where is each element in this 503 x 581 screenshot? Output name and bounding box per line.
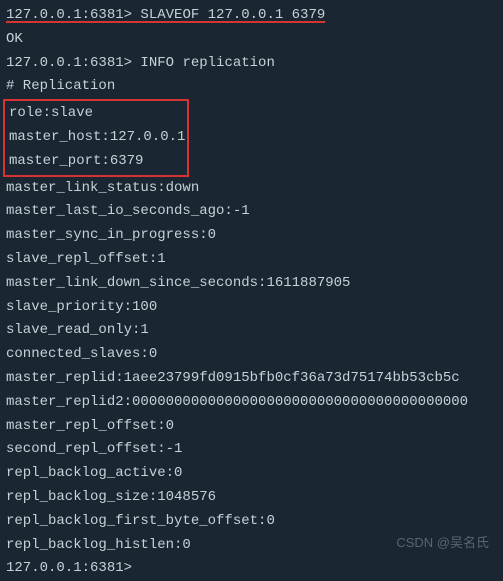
highlighted-box: role:slave master_host:127.0.0.1 master_… (3, 99, 189, 176)
info-line: slave_repl_offset:1 (6, 248, 497, 272)
terminal-output-ok: OK (6, 28, 497, 52)
prompt-1: 127.0.0.1:6381> (6, 7, 132, 23)
info-line: slave_read_only:1 (6, 319, 497, 343)
cursor (132, 562, 140, 576)
info-line: master_replid:1aee23799fd0915bfb0cf36a73… (6, 367, 497, 391)
command-1: SLAVEOF 127.0.0.1 6379 (132, 7, 325, 23)
info-master-port: master_port:6379 (7, 150, 185, 174)
info-role: role:slave (7, 102, 185, 126)
info-line: master_link_down_since_seconds:161188790… (6, 272, 497, 296)
prompt-3: 127.0.0.1:6381> (6, 560, 132, 576)
terminal-line-command-2: 127.0.0.1:6381> INFO replication (6, 52, 497, 76)
info-master-host: master_host:127.0.0.1 (7, 126, 185, 150)
watermark: CSDN @吴名氏 (396, 532, 489, 554)
terminal-line-command-1: 127.0.0.1:6381> SLAVEOF 127.0.0.1 6379 (6, 4, 497, 28)
info-line: master_replid2:0000000000000000000000000… (6, 391, 497, 415)
info-line: second_repl_offset:-1 (6, 438, 497, 462)
info-line: repl_backlog_size:1048576 (6, 486, 497, 510)
prompt-2: 127.0.0.1:6381> (6, 55, 132, 71)
info-line: connected_slaves:0 (6, 343, 497, 367)
info-line: slave_priority:100 (6, 296, 497, 320)
info-line: master_repl_offset:0 (6, 415, 497, 439)
command-2: INFO replication (132, 55, 275, 71)
terminal-prompt-final[interactable]: 127.0.0.1:6381> (6, 557, 497, 581)
info-line: repl_backlog_first_byte_offset:0 (6, 510, 497, 534)
info-line: repl_backlog_active:0 (6, 462, 497, 486)
info-line: master_last_io_seconds_ago:-1 (6, 200, 497, 224)
info-line: master_sync_in_progress:0 (6, 224, 497, 248)
info-line: master_link_status:down (6, 177, 497, 201)
terminal-output-header: # Replication (6, 75, 497, 99)
